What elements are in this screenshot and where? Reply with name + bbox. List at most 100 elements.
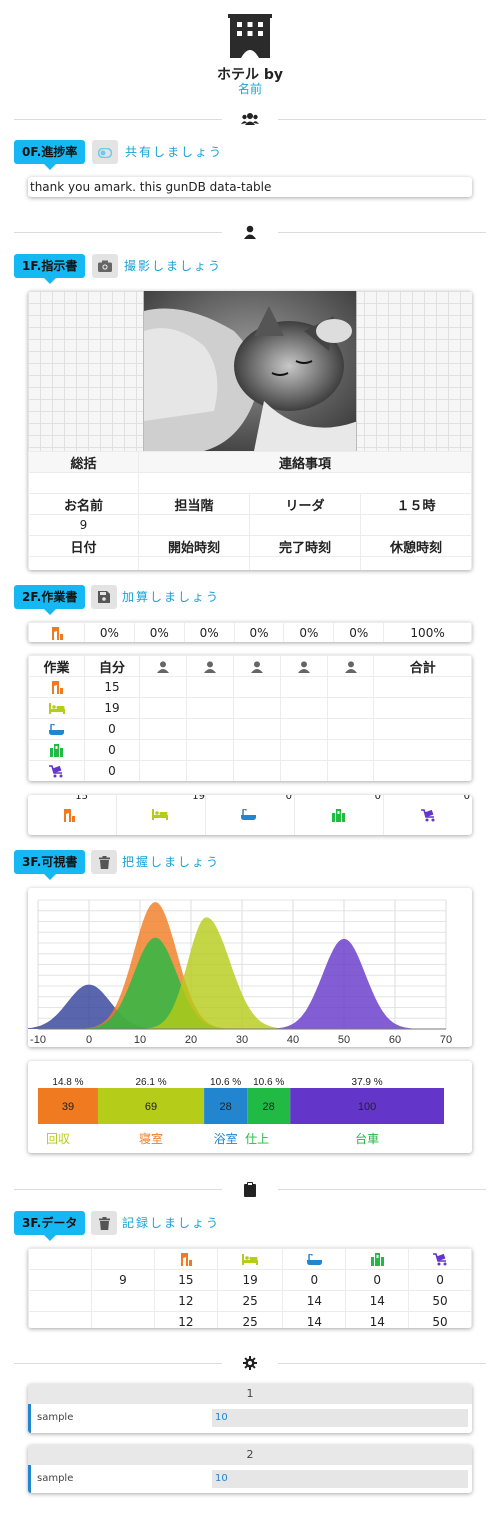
x-tick-label: 70 (440, 1034, 452, 1046)
stack-card: 39 14.8 % 回収 69 26.1 % 寝室 28 10.6 % 浴室 28 10.6 % 仕上… (28, 1061, 472, 1153)
self-value[interactable]: 15 (84, 676, 140, 698)
stack-category-label: 仕上 (245, 1132, 269, 1146)
worker-header (279, 655, 328, 677)
save-button[interactable] (91, 585, 117, 609)
collect-icon (51, 681, 63, 694)
instruction-card: 総括 連絡事項 お名前 担当階 リーダ １５時 9 日付 開始時刻 完了時刻 休… (28, 291, 472, 570)
collect-icon (180, 1253, 192, 1266)
total-bath[interactable]: 0 (206, 795, 295, 835)
self-value[interactable]: 0 (84, 739, 140, 761)
worker-header (139, 655, 187, 677)
finish-icon (332, 809, 345, 822)
trash-button[interactable] (91, 1211, 117, 1235)
section-label-visual: 3F.可視書 (14, 850, 86, 880)
self-value[interactable]: 0 (84, 760, 140, 781)
progress-cell: 100% (383, 622, 472, 642)
cell-break-value[interactable] (360, 556, 472, 570)
message-card: thank you amark. this gunDB data-table (28, 177, 472, 197)
total-value: 19 (192, 795, 205, 802)
stack-category-label: 浴室 (214, 1131, 238, 1146)
section-label-data: 3F.データ (14, 1211, 86, 1241)
self-value[interactable]: 0 (84, 718, 140, 740)
user-icon (250, 660, 263, 673)
camera-button[interactable] (92, 254, 118, 278)
total-value: 15 (75, 795, 88, 802)
progress-cell: 0% (183, 622, 235, 642)
col-bedroom (216, 1248, 284, 1270)
hotel-icon (228, 14, 272, 58)
work-header: 作業 (28, 655, 85, 677)
task-bedroom (28, 697, 85, 719)
col-bath (282, 1248, 347, 1270)
save-icon (98, 588, 110, 607)
stack-percent-label: 26.1 % (135, 1077, 166, 1088)
clipboard-icon (240, 1180, 260, 1198)
user-name-link[interactable]: 名前 (0, 80, 500, 97)
self-value[interactable]: 19 (84, 697, 140, 719)
cell-end-header: 完了時刻 (249, 535, 361, 557)
cell-floor-header: 担当階 (138, 493, 250, 515)
record-link[interactable]: 記録しましょう (122, 1211, 220, 1235)
finish-icon (50, 744, 63, 757)
x-tick-label: -10 (30, 1034, 46, 1046)
work-table-card: 作業 自分 合計 15 19 0 0 0 (28, 655, 472, 781)
total-finish[interactable]: 0 (295, 795, 384, 835)
cell-15h-value[interactable] (360, 514, 472, 536)
cell-date-header: 日付 (28, 535, 139, 557)
cell-start-header: 開始時刻 (138, 535, 250, 557)
cell-name-value[interactable]: 9 (28, 514, 139, 536)
progress-cell: 0% (233, 622, 285, 642)
table-row[interactable]: 9 15 19 0 0 0 (28, 1269, 472, 1291)
totals-card: 15 19 0 0 0 (28, 795, 472, 835)
user-icon (156, 660, 169, 673)
finish-icon (370, 1253, 384, 1266)
photo-link[interactable]: 撮影しましょう (124, 254, 222, 278)
col-collect (154, 1248, 218, 1270)
cell-date-value[interactable] (28, 556, 139, 570)
cell-notes-value[interactable] (138, 472, 472, 494)
setting-card-2: 2 sample 10 (28, 1445, 472, 1493)
table-row[interactable]: 12 25 14 14 50 (28, 1290, 472, 1312)
x-tick-label: 40 (287, 1034, 299, 1046)
stack-category-label: 回収 (46, 1132, 70, 1146)
x-tick-label: 30 (236, 1034, 248, 1046)
progress-cell: 0% (283, 622, 335, 642)
progress-cell: 0% (84, 622, 135, 642)
setting-key: sample (37, 1473, 74, 1484)
worker-header (326, 655, 375, 677)
total-cart[interactable]: 0 (384, 795, 472, 835)
gear-icon (240, 1354, 260, 1372)
trash-button[interactable] (91, 850, 117, 874)
share-link[interactable]: 共有しましょう (125, 140, 223, 164)
section-label-worklog: 2F.作業書 (14, 585, 86, 615)
bed-icon (152, 809, 168, 820)
section-label-instructions: 1F.指示書 (14, 254, 86, 284)
x-tick-label: 10 (134, 1034, 146, 1046)
stack-percent-label: 14.8 % (52, 1077, 83, 1088)
col-cart (408, 1248, 472, 1270)
add-link[interactable]: 加算しましょう (122, 585, 220, 609)
understand-link[interactable]: 把握しましょう (122, 850, 220, 874)
stack-value-label: 69 (145, 1101, 157, 1113)
setting-value-input[interactable]: 10 (212, 1470, 468, 1488)
share-button[interactable] (92, 140, 118, 164)
cell-start-value[interactable] (138, 556, 250, 570)
collect-icon (51, 627, 63, 640)
photo-image (143, 291, 357, 451)
setting-value-input[interactable]: 10 (212, 1409, 468, 1427)
worker-header (185, 655, 234, 677)
total-bedroom[interactable]: 19 (117, 795, 206, 835)
stack-percent-label: 10.6 % (253, 1077, 284, 1088)
total-value: 0 (463, 795, 470, 802)
cell-end-value[interactable] (249, 556, 361, 570)
total-collect[interactable]: 15 (28, 795, 117, 835)
cell-leader-value[interactable] (249, 514, 361, 536)
x-tick-label: 20 (185, 1034, 197, 1046)
cell-floor-value[interactable] (138, 514, 250, 536)
cell-blank[interactable] (28, 472, 139, 494)
toggle-icon (97, 143, 113, 162)
table-row[interactable]: 12 25 14 14 50 (28, 1311, 472, 1328)
data-table: 9 15 19 0 0 0 12 25 14 14 50 12 25 14 14 50 (28, 1248, 472, 1328)
setting-number: 2 (28, 1445, 472, 1465)
col-finish (345, 1248, 410, 1270)
